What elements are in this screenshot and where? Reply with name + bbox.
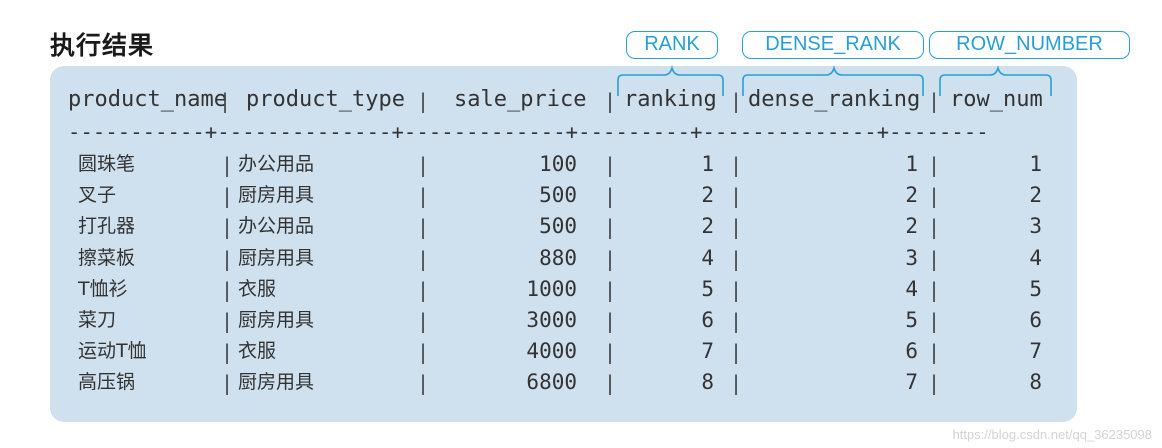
column-separator: | <box>730 215 743 240</box>
cell-row-num: 5 <box>1029 276 1042 301</box>
column-separator: | <box>730 89 743 113</box>
cell-dense-ranking: 1 <box>905 152 918 176</box>
column-separator: | <box>417 371 430 396</box>
column-separator: | <box>730 340 743 365</box>
header-product-name: product_name <box>68 87 227 112</box>
cell-row-num: 3 <box>1029 214 1042 239</box>
cell-sale-price: 1000 <box>526 276 577 301</box>
column-separator: | <box>417 184 430 209</box>
column-separator: | <box>730 153 743 177</box>
header-dense-ranking: dense_ranking <box>748 87 921 112</box>
column-separator: | <box>417 89 430 113</box>
cell-product-type: 厨房用具 <box>238 371 315 394</box>
header-ranking: ranking <box>624 87 717 112</box>
cell-dense-ranking: 4 <box>905 276 918 301</box>
column-separator: | <box>219 89 232 113</box>
column-separator: | <box>730 277 743 302</box>
tag-dense-rank: DENSE_RANK <box>742 31 924 59</box>
column-separator: | <box>928 89 941 113</box>
cell-row-num: 1 <box>1029 152 1042 176</box>
cell-ranking: 8 <box>701 370 714 395</box>
cell-ranking: 5 <box>701 276 714 301</box>
cell-ranking: 1 <box>701 152 714 176</box>
cell-sale-price: 500 <box>539 183 577 208</box>
header-product-type: product_type <box>246 87 405 112</box>
cell-product-name: 菜刀 <box>78 309 117 331</box>
cell-ranking: 2 <box>701 183 714 208</box>
cell-sale-price: 3000 <box>526 308 577 332</box>
cell-product-name: 叉子 <box>78 184 117 207</box>
cell-ranking: 7 <box>701 339 714 364</box>
column-separator: | <box>417 309 430 333</box>
cell-product-type: 厨房用具 <box>238 246 315 269</box>
cell-ranking: 6 <box>701 308 714 332</box>
column-separator: | <box>417 340 430 365</box>
column-separator: | <box>221 153 234 177</box>
tag-rank: RANK <box>626 31 718 59</box>
cell-product-name: 打孔器 <box>78 215 136 238</box>
cell-sale-price: 6800 <box>526 370 577 395</box>
column-separator: | <box>730 246 743 271</box>
cell-product-type: 衣服 <box>238 277 277 300</box>
cell-product-type: 厨房用具 <box>238 309 315 331</box>
cell-product-name: 高压锅 <box>78 371 136 394</box>
cell-product-name: 圆珠笔 <box>78 153 136 175</box>
cell-dense-ranking: 3 <box>905 245 918 270</box>
cell-dense-ranking: 7 <box>905 370 918 395</box>
column-separator: | <box>730 309 743 333</box>
cell-product-name: T恤衫 <box>78 277 128 300</box>
cell-row-num: 2 <box>1029 183 1042 208</box>
watermark: https://blog.csdn.net/qq_36235098 <box>952 427 1153 442</box>
cell-row-num: 8 <box>1029 370 1042 395</box>
cell-product-name: 运动T恤 <box>78 340 147 363</box>
column-separator: | <box>417 246 430 271</box>
cell-dense-ranking: 6 <box>905 339 918 364</box>
column-separator: | <box>221 184 234 209</box>
cell-sale-price: 4000 <box>526 339 577 364</box>
column-separator: | <box>730 371 743 396</box>
cell-sale-price: 500 <box>539 214 577 239</box>
header-divider: -----------+--------------+-------------… <box>68 120 989 144</box>
column-separator: | <box>730 184 743 209</box>
column-separator: | <box>221 246 234 271</box>
cell-product-type: 办公用品 <box>238 215 315 238</box>
column-separator: | <box>417 277 430 302</box>
column-separator: | <box>221 340 234 365</box>
cell-ranking: 2 <box>701 214 714 239</box>
column-separator: | <box>604 89 617 113</box>
cell-row-num: 6 <box>1029 308 1042 332</box>
column-separator: | <box>221 371 234 396</box>
column-separator: | <box>221 309 234 333</box>
column-separator: | <box>221 277 234 302</box>
cell-sale-price: 880 <box>539 245 577 270</box>
cell-dense-ranking: 2 <box>905 214 918 239</box>
cell-product-type: 厨房用具 <box>238 184 315 207</box>
cell-dense-ranking: 2 <box>905 183 918 208</box>
header-row-num: row_num <box>950 87 1043 112</box>
cell-dense-ranking: 5 <box>905 308 918 332</box>
page-title: 执行结果 <box>50 31 155 60</box>
tag-row-number: ROW_NUMBER <box>929 31 1130 59</box>
column-separator: | <box>417 153 430 177</box>
cell-product-type: 衣服 <box>238 340 277 363</box>
cell-sale-price: 100 <box>539 152 577 176</box>
cell-row-num: 4 <box>1029 245 1042 270</box>
cell-row-num: 7 <box>1029 339 1042 364</box>
cell-ranking: 4 <box>701 245 714 270</box>
cell-product-type: 办公用品 <box>238 153 315 175</box>
header-sale-price: sale_price <box>454 87 587 112</box>
column-separator: | <box>417 215 430 240</box>
cell-product-name: 擦菜板 <box>78 246 136 269</box>
column-separator: | <box>221 215 234 240</box>
